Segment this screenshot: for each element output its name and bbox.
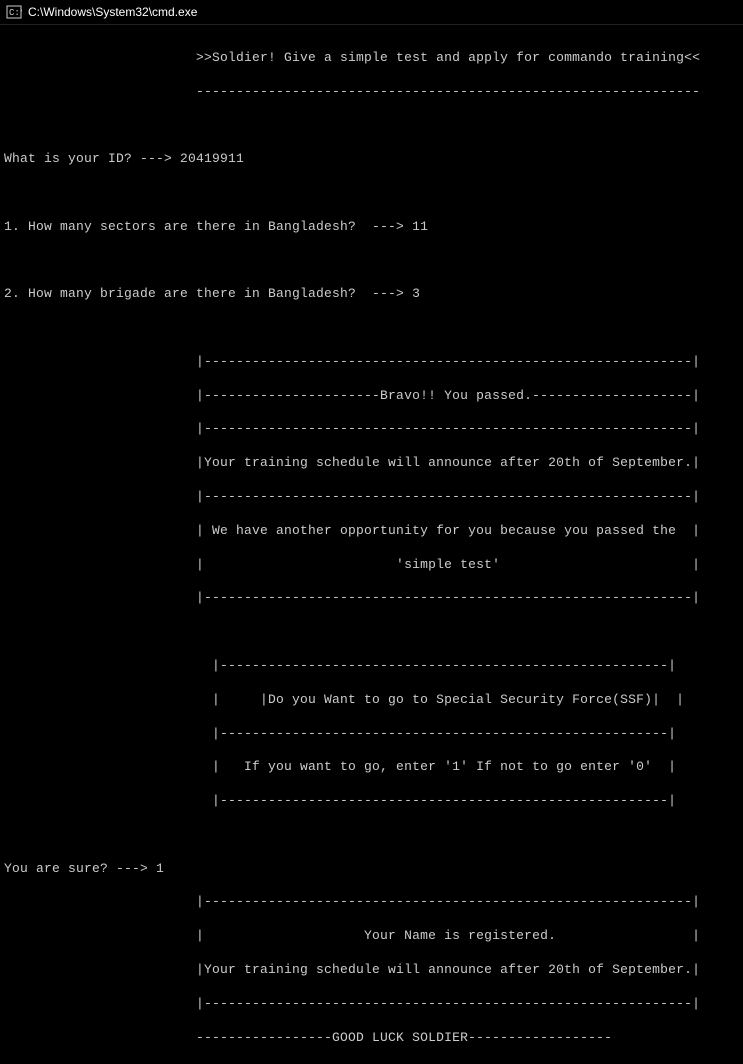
blank-line xyxy=(4,320,739,337)
ssf-box-line: | |Do you Want to go to Special Security… xyxy=(4,692,739,709)
blank-line xyxy=(4,624,739,641)
window-title: C:\Windows\System32\cmd.exe xyxy=(28,5,197,19)
ssf-box-line: |---------------------------------------… xyxy=(4,726,739,743)
ssf-box-line: |---------------------------------------… xyxy=(4,793,739,810)
banner-divider: ----------------------------------------… xyxy=(4,84,739,101)
result-box-line: |Your training schedule will announce af… xyxy=(4,455,739,472)
ssf-box-line: | If you want to go, enter '1' If not to… xyxy=(4,759,739,776)
confirm-box-line: | Your Name is registered. | xyxy=(4,928,739,945)
result-box-line: | We have another opportunity for you be… xyxy=(4,523,739,540)
sure-prompt-line: You are sure? ---> 1 xyxy=(4,861,739,878)
result-box-line: |---------------------------------------… xyxy=(4,590,739,607)
result-box-line: |---------------------------------------… xyxy=(4,421,739,438)
confirm-box-line: |---------------------------------------… xyxy=(4,894,739,911)
question-1-line: 1. How many sectors are there in Banglad… xyxy=(4,219,739,236)
confirm-box-line: |---------------------------------------… xyxy=(4,996,739,1013)
result-box-line: | 'simple test' | xyxy=(4,557,739,574)
window-title-bar: C:\ C:\Windows\System32\cmd.exe xyxy=(0,0,743,25)
blank-line xyxy=(4,253,739,270)
svg-text:C:\: C:\ xyxy=(9,8,22,18)
result-box-line: |---------------------------------------… xyxy=(4,354,739,371)
confirm-box-line: |Your training schedule will announce af… xyxy=(4,962,739,979)
id-prompt-line: What is your ID? ---> 20419911 xyxy=(4,151,739,168)
footer-line: -----------------GOOD LUCK SOLDIER------… xyxy=(4,1030,739,1047)
result-box-line: |---------------------------------------… xyxy=(4,489,739,506)
result-box-line: |----------------------Bravo!! You passe… xyxy=(4,388,739,405)
blank-line xyxy=(4,185,739,202)
blank-line xyxy=(4,827,739,844)
banner-line: >>Soldier! Give a simple test and apply … xyxy=(4,50,739,67)
terminal-output: >>Soldier! Give a simple test and apply … xyxy=(0,25,743,1064)
cmd-icon: C:\ xyxy=(6,4,22,20)
blank-line xyxy=(4,117,739,134)
question-2-line: 2. How many brigade are there in Banglad… xyxy=(4,286,739,303)
ssf-box-line: |---------------------------------------… xyxy=(4,658,739,675)
